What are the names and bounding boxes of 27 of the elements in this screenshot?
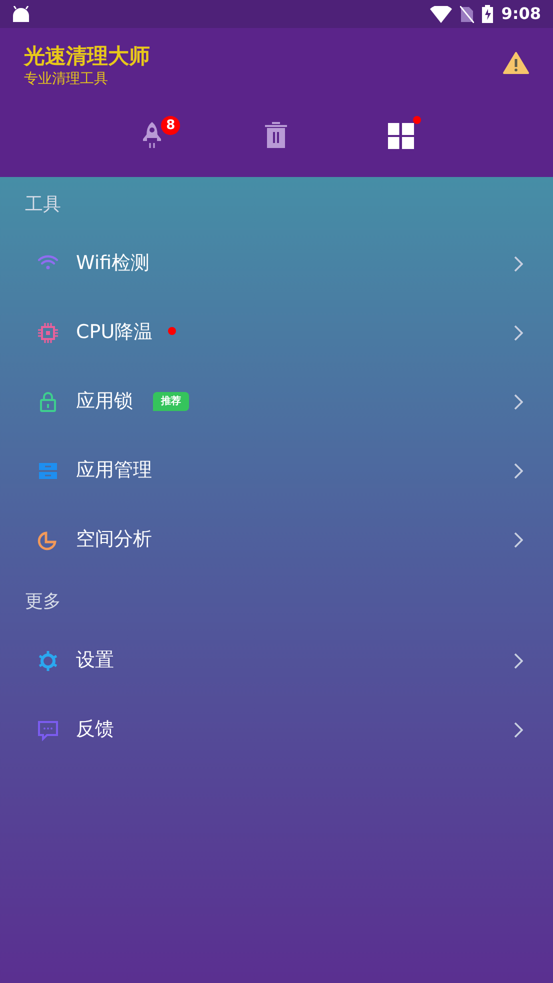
menu-item[interactable]: 应用锁 推荐: [0, 367, 553, 436]
no-sim-icon: [460, 6, 474, 22]
menu-item[interactable]: Wifi检测: [0, 229, 553, 298]
section-heading: 更多: [25, 591, 61, 612]
warning-icon[interactable]: [503, 52, 529, 74]
chevron-right-icon: [514, 462, 523, 478]
menu-item[interactable]: 设置: [0, 626, 553, 695]
toolbar-button[interactable]: 8: [122, 111, 182, 161]
count-badge: 8: [161, 116, 180, 135]
menu-item[interactable]: 反馈: [0, 695, 553, 764]
status-time: 9:08: [501, 3, 541, 25]
recommend-tag: 推荐: [153, 392, 189, 411]
chevron-right-icon: [514, 652, 523, 668]
app-title: 光速清理大师: [24, 44, 150, 70]
chevron-right-icon: [514, 256, 523, 272]
menu-item[interactable]: CPU降温: [0, 298, 553, 367]
chevron-right-icon: [514, 532, 523, 548]
chevron-right-icon: [514, 394, 523, 410]
section-heading: 工具: [25, 194, 61, 215]
menu-item[interactable]: 空间分析: [0, 505, 553, 574]
battery-charging-icon: [482, 5, 494, 23]
menu-item[interactable]: 应用管理: [0, 436, 553, 505]
android-icon: [12, 6, 30, 22]
chevron-right-icon: [514, 722, 523, 738]
app-subtitle: 专业清理工具: [24, 70, 109, 90]
chevron-right-icon: [514, 324, 523, 340]
wifi-icon: [430, 6, 452, 22]
